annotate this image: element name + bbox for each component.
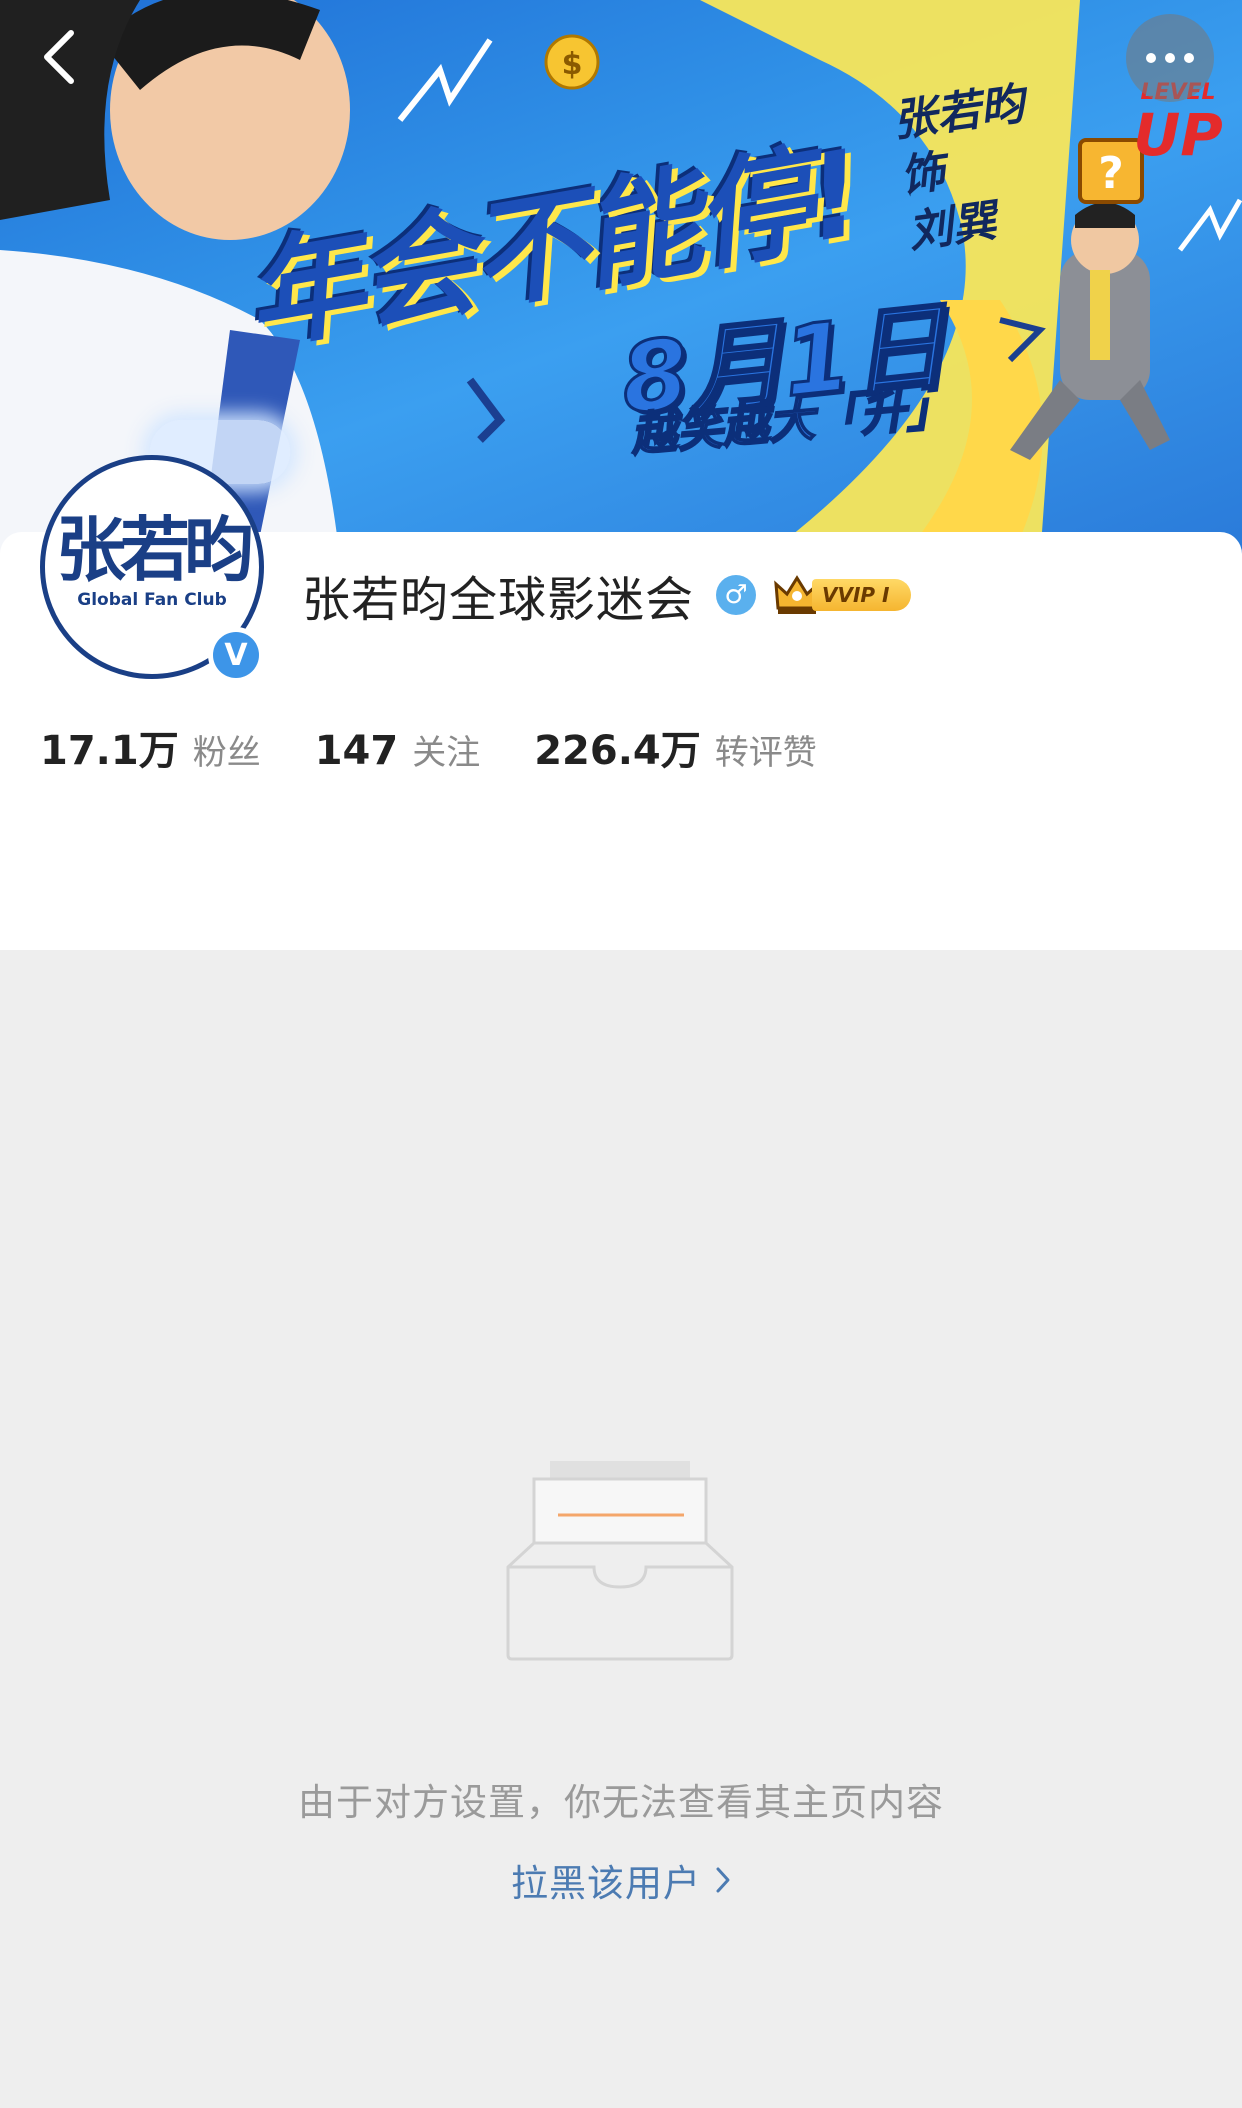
chevron-left-icon [44, 30, 74, 84]
stat-label: 转评赞 [714, 733, 817, 773]
avatar-logo-text: 张若昀 [56, 508, 254, 591]
stat-following[interactable]: 147 关注 [315, 725, 481, 774]
avatar-caption: Global Fan Club [77, 590, 227, 610]
more-button[interactable] [1126, 14, 1214, 102]
level-big-text: UP [1133, 101, 1223, 169]
verified-icon: V [213, 632, 259, 678]
stat-value: 226.4万 [534, 728, 701, 774]
stat-label: 关注 [412, 733, 481, 773]
vip-label: VVIP Ⅰ [812, 579, 912, 611]
chevron-right-icon [716, 1867, 730, 1893]
back-button[interactable] [28, 22, 88, 92]
male-gender-icon: ♂ [716, 575, 757, 615]
profile-page: ? $ 年会不能停! 8月1日 越笑越大「升」 张若昀 饰 刘巽 LEVEL U… [0, 0, 1242, 2108]
verified-badge: V [208, 627, 264, 683]
block-user-label: 拉黑该用户 [511, 1862, 701, 1905]
stat-followers[interactable]: 17.1万 粉丝 [40, 718, 261, 776]
block-user-link[interactable]: 拉黑该用户 [0, 1853, 1242, 1907]
empty-state-message: 由于对方设置，你无法查看其主页内容 [298, 1781, 944, 1824]
stats-row: 17.1万 粉丝 147 关注 226.4万 转评赞 [40, 718, 871, 776]
name-row: 张若昀全球影迷会 ♂ VVIP Ⅰ [302, 565, 912, 628]
stat-value: 147 [314, 728, 399, 774]
svg-text:$: $ [562, 47, 583, 82]
stat-label: 粉丝 [192, 733, 261, 773]
empty-inbox-icon [506, 1461, 734, 1661]
vip-badge[interactable]: VVIP Ⅰ [774, 574, 912, 616]
more-dots-icon [1146, 53, 1194, 63]
stat-value: 17.1万 [40, 728, 179, 774]
banner-role-text: 张若昀 饰 刘巽 [889, 67, 1110, 261]
stat-interactions[interactable]: 226.4万 转评赞 [534, 718, 817, 776]
user-name: 张若昀全球影迷会 [302, 572, 695, 628]
